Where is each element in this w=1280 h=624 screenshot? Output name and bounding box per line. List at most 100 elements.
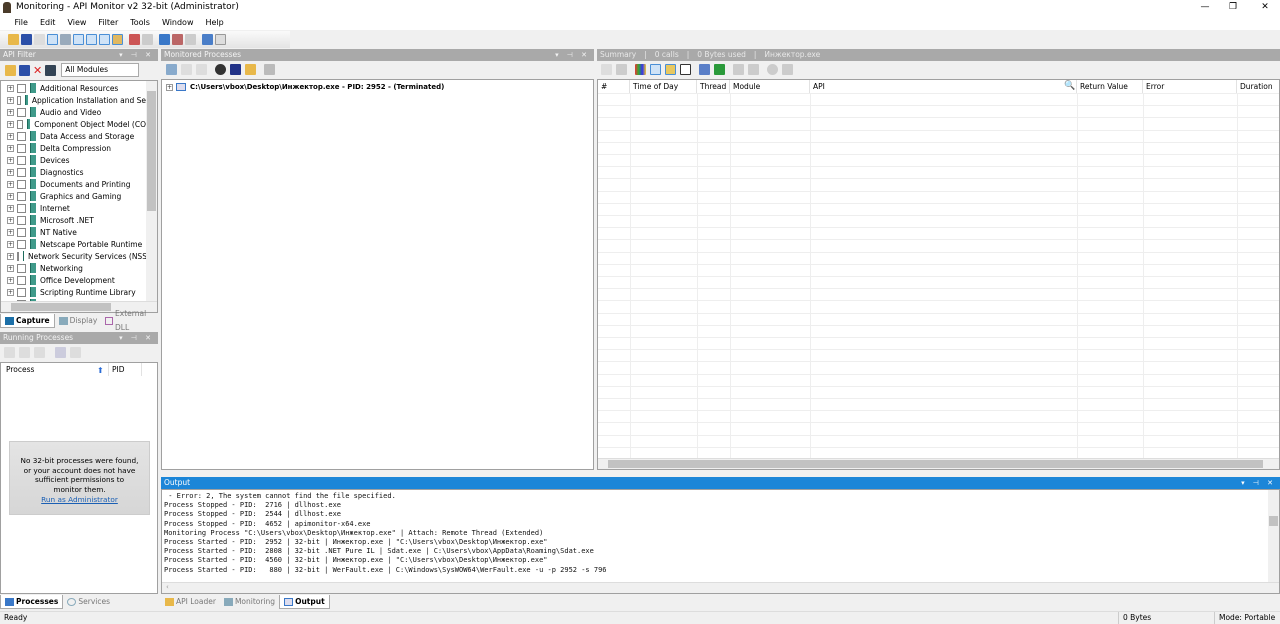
pause-icon[interactable] xyxy=(181,64,192,75)
filter-tree-item[interactable]: + Graphics and Gaming xyxy=(1,190,146,202)
tab-processes[interactable]: Processes xyxy=(0,595,64,609)
brackets-icon[interactable] xyxy=(47,34,58,45)
expand-icon[interactable]: + xyxy=(7,276,14,284)
filter-tree-item[interactable]: + NT Native xyxy=(1,226,146,238)
refresh-icon[interactable] xyxy=(4,347,15,358)
tab-services[interactable]: Services xyxy=(63,595,114,609)
column-process[interactable]: Process xyxy=(3,363,109,376)
expand-icon[interactable]: + xyxy=(7,168,14,176)
checkbox[interactable] xyxy=(17,83,26,93)
expand-icon[interactable]: + xyxy=(7,192,14,200)
filter-tree-item[interactable]: + Internet xyxy=(1,202,146,214)
pane-controls[interactable]: ▾ ⊣ ✕ xyxy=(119,332,154,344)
filter-tree-item[interactable]: + Application Installation and Se xyxy=(1,94,146,106)
checkbox[interactable] xyxy=(17,107,26,117)
menu-view[interactable]: View xyxy=(61,15,92,30)
attach-icon[interactable] xyxy=(230,64,241,75)
expand-icon[interactable]: + xyxy=(166,83,173,91)
display-icon[interactable] xyxy=(159,34,170,45)
checkbox[interactable] xyxy=(17,143,26,153)
download-icon[interactable] xyxy=(714,64,725,75)
paste-icon[interactable] xyxy=(748,64,759,75)
delete-icon[interactable]: ✕ xyxy=(33,65,42,76)
expand-icon[interactable]: + xyxy=(7,84,14,92)
checkbox[interactable] xyxy=(17,167,26,177)
help-icon[interactable] xyxy=(202,34,213,45)
checkbox[interactable] xyxy=(17,227,26,237)
pane-controls[interactable]: ▾ ⊣ ✕ xyxy=(119,49,154,61)
tree-view-icon[interactable] xyxy=(650,64,661,75)
column-duration[interactable]: Duration xyxy=(1237,80,1279,93)
column-time-of-day[interactable]: Time of Day xyxy=(630,80,697,93)
window-icon[interactable] xyxy=(86,34,97,45)
breakpoint-icon[interactable] xyxy=(767,64,778,75)
window-icon[interactable] xyxy=(34,347,45,358)
menu-help[interactable]: Help xyxy=(200,15,230,30)
console-icon[interactable] xyxy=(680,64,691,75)
expand-icon[interactable]: + xyxy=(7,180,14,188)
monitored-process-row[interactable]: + C:\Users\vbox\Desktop\Инжектор.exe - P… xyxy=(162,81,593,93)
tree-icon[interactable] xyxy=(55,347,66,358)
close-button[interactable]: ✕ xyxy=(1250,0,1280,15)
expand-icon[interactable]: + xyxy=(7,264,14,272)
checkbox[interactable] xyxy=(17,287,26,297)
expand-icon[interactable]: + xyxy=(7,240,14,248)
filter-tree-item[interactable]: + Additional Resources xyxy=(1,82,146,94)
checkbox[interactable] xyxy=(17,191,26,201)
search-icon[interactable]: 🔍 xyxy=(1064,81,1075,91)
checkbox[interactable] xyxy=(17,155,26,165)
api-filter-icon[interactable] xyxy=(73,34,84,45)
properties-icon[interactable] xyxy=(70,347,81,358)
horizontal-scrollbar[interactable]: ‹ xyxy=(162,582,1279,593)
hook-icon[interactable] xyxy=(215,64,226,75)
filter-tree-item[interactable]: + Component Object Model (CO xyxy=(1,118,146,130)
expand-icon[interactable]: + xyxy=(7,156,14,164)
open-icon[interactable] xyxy=(5,64,16,76)
tab-output[interactable]: Output xyxy=(279,595,330,609)
expand-icon[interactable]: + xyxy=(7,216,14,224)
hook-icon[interactable] xyxy=(60,34,71,45)
run-as-admin-link[interactable]: Run as Administrator xyxy=(20,495,139,505)
expand-icon[interactable]: + xyxy=(7,132,14,140)
checkbox[interactable] xyxy=(17,215,26,225)
open-icon[interactable] xyxy=(245,64,256,75)
process-icon[interactable] xyxy=(166,64,177,75)
column-pid[interactable]: PID xyxy=(109,363,142,376)
filter-tree-item[interactable]: + Delta Compression xyxy=(1,142,146,154)
save-icon[interactable] xyxy=(21,34,32,45)
panel-icon[interactable] xyxy=(99,34,110,45)
horizontal-scrollbar[interactable] xyxy=(598,458,1279,469)
column-error[interactable]: Error xyxy=(1143,80,1237,93)
copy-icon[interactable] xyxy=(733,64,744,75)
checkbox[interactable] xyxy=(17,275,26,285)
filter-tree-item[interactable]: + Documents and Printing xyxy=(1,178,146,190)
vertical-scrollbar[interactable] xyxy=(146,81,157,301)
pane-controls[interactable]: ▾ ⊣ ✕ xyxy=(555,49,590,61)
filter-tree-item[interactable]: + Networking xyxy=(1,262,146,274)
document-icon[interactable] xyxy=(215,34,226,45)
menu-tools[interactable]: Tools xyxy=(124,15,156,30)
checkbox[interactable] xyxy=(17,179,26,189)
find-icon[interactable] xyxy=(616,64,627,75)
checkbox[interactable] xyxy=(17,131,26,141)
expand-icon[interactable]: + xyxy=(7,252,14,260)
vertical-scrollbar[interactable] xyxy=(1268,490,1279,582)
tab-external-dll[interactable]: External DLL xyxy=(101,309,158,332)
column-index[interactable]: # xyxy=(598,80,630,93)
expand-icon[interactable]: + xyxy=(7,108,14,116)
menu-window[interactable]: Window xyxy=(156,15,200,30)
highlight-icon[interactable] xyxy=(665,64,676,75)
column-module[interactable]: Module xyxy=(730,80,810,93)
filter-tree-item[interactable]: + Data Access and Storage xyxy=(1,130,146,142)
expand-icon[interactable]: + xyxy=(7,288,14,296)
shield-icon[interactable] xyxy=(185,34,196,45)
trash-icon[interactable] xyxy=(264,64,275,75)
checkbox[interactable] xyxy=(17,251,19,261)
expand-icon[interactable]: + xyxy=(7,228,14,236)
maximize-button[interactable]: ❐ xyxy=(1218,0,1248,15)
expand-icon[interactable]: + xyxy=(7,96,14,104)
color-icon[interactable] xyxy=(635,64,646,75)
copy-icon[interactable] xyxy=(34,34,45,45)
expand-icon[interactable]: + xyxy=(7,120,14,128)
filter-tree-item[interactable]: + Network Security Services (NSS xyxy=(1,250,146,262)
